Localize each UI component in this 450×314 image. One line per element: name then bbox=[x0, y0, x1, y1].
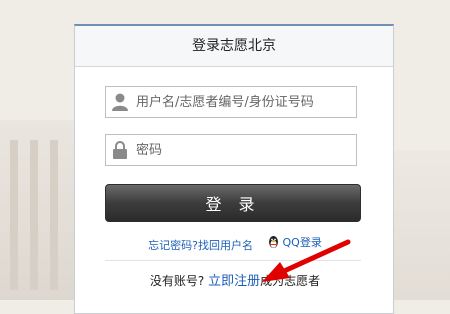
register-prefix: 没有账号? bbox=[149, 274, 205, 288]
background-building-right bbox=[392, 150, 450, 300]
recover-username-link[interactable]: 找回用户名 bbox=[198, 239, 253, 252]
password-input[interactable] bbox=[134, 136, 356, 164]
username-field[interactable] bbox=[105, 86, 357, 118]
background-building-left bbox=[0, 120, 78, 300]
user-icon bbox=[106, 87, 134, 117]
red-arrow-annotation bbox=[262, 239, 351, 282]
login-button[interactable]: 登 录 bbox=[105, 184, 361, 222]
password-field[interactable] bbox=[105, 134, 357, 166]
lock-icon bbox=[106, 135, 134, 165]
forgot-password-link[interactable]: 忘记密码? bbox=[148, 239, 198, 252]
username-input[interactable] bbox=[134, 88, 356, 116]
panel-title: 登录志愿北京 bbox=[75, 26, 393, 67]
